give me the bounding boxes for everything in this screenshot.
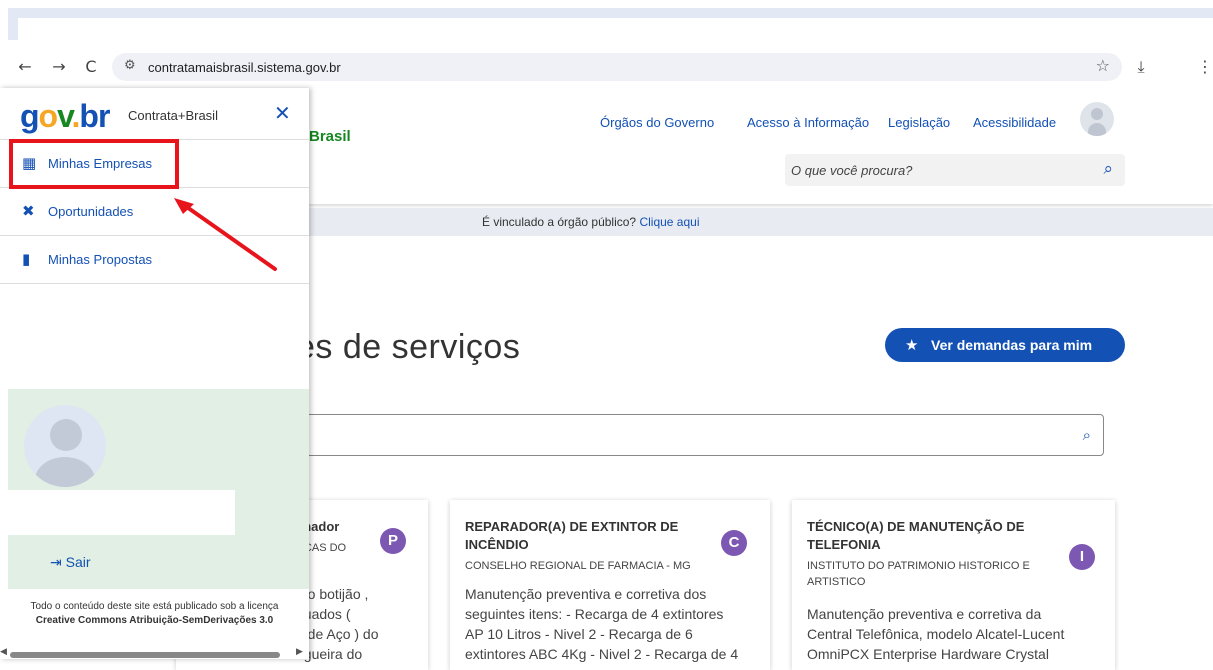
banner-link[interactable]: Clique aqui <box>639 215 699 229</box>
card-title: TÉCNICO(A) DE MANUTENÇÃO DE TELEFONIA <box>807 519 1025 552</box>
user-avatar[interactable] <box>1080 102 1114 136</box>
highlight-box <box>9 139 179 189</box>
page-title: es de serviços <box>296 328 521 366</box>
tools-icon: ✖ <box>22 202 35 220</box>
address-bar[interactable]: ⚙ contratamaisbrasil.sistema.gov.br ☆ <box>112 53 1122 81</box>
nav-acesso-informacao[interactable]: Acesso à Informação <box>747 115 869 130</box>
scroll-left-icon[interactable]: ◀ <box>0 646 7 657</box>
menu-item-label: Minhas Propostas <box>48 252 153 267</box>
ver-demandas-label: Ver demandas para mim <box>931 337 1093 353</box>
site-settings-icon[interactable]: ⚙ <box>124 58 136 73</box>
briefcase-icon: ▮ <box>22 250 31 268</box>
menu-item-label: Oportunidades <box>48 204 134 219</box>
forward-button[interactable]: → <box>48 56 70 78</box>
browser-menu-icon[interactable]: ⋮ <box>1194 56 1213 78</box>
browser-tab-strip <box>0 0 1213 46</box>
browser-toolbar: ← → C ⚙ contratamaisbrasil.sistema.gov.b… <box>0 46 1213 88</box>
tab-strip-edge <box>8 18 18 40</box>
tab-strip-band <box>8 8 1213 18</box>
scroll-right-icon[interactable]: ▶ <box>296 646 303 657</box>
site-logo-partial[interactable]: Brasil <box>309 128 351 145</box>
profile-name-field <box>8 490 235 535</box>
card-badge: I <box>1069 544 1095 570</box>
govbr-logo[interactable]: gov.br <box>20 98 110 134</box>
header-search-input[interactable]: O que você procura? ⌕ <box>785 154 1125 186</box>
star-icon: ★ <box>905 336 919 354</box>
opportunity-card[interactable]: TÉCNICO(A) DE MANUTENÇÃO DE TELEFONIA IN… <box>792 500 1115 670</box>
license-footer: Todo o conteúdo deste site está publicad… <box>30 601 279 626</box>
card-description: Manutenção preventiva e corretiva dos se… <box>465 586 739 662</box>
nav-acessibilidade[interactable]: Acessibilidade <box>973 115 1056 130</box>
header-search-placeholder: O que você procura? <box>791 163 913 178</box>
reload-button[interactable]: C <box>80 56 102 78</box>
search-icon[interactable]: ⌕ <box>1103 159 1113 179</box>
ver-demandas-button[interactable]: ★ Ver demandas para mim <box>885 328 1125 362</box>
card-badge: C <box>721 530 747 556</box>
profile-avatar <box>24 405 106 487</box>
horizontal-scrollbar[interactable] <box>10 652 280 658</box>
user-profile-panel: ⇥ Sair <box>8 389 309 589</box>
logout-button[interactable]: ⇥ Sair <box>50 554 91 571</box>
opportunity-card[interactable]: REPARADOR(A) DE EXTINTOR DE INCÊNDIO CON… <box>450 500 770 670</box>
annotation-arrow <box>174 198 277 271</box>
card-org: INSTITUTO DO PATRIMONIO HISTORICO E ARTI… <box>807 560 1030 588</box>
banner-text: É vinculado a órgão público? <box>482 215 637 229</box>
card-badge: P <box>380 528 406 554</box>
downloads-icon[interactable]: ⤓ <box>1130 56 1152 78</box>
nav-legislacao[interactable]: Legislação <box>888 115 950 130</box>
logo-subtitle: Contrata+Brasil <box>128 108 218 123</box>
opportunities-search-input[interactable]: ⌕ <box>296 414 1104 456</box>
card-description: Manutenção preventiva e corretiva da Cen… <box>807 606 1065 662</box>
license-link[interactable]: Creative Commons Atribuição-SemDerivaçõe… <box>36 615 274 626</box>
card-title: anador <box>296 519 340 534</box>
nav-orgaos[interactable]: Órgãos do Governo <box>600 115 714 130</box>
address-url[interactable]: contratamaisbrasil.sistema.gov.br <box>148 60 341 75</box>
back-button[interactable]: ← <box>14 56 36 78</box>
close-icon[interactable]: ✕ <box>274 101 291 125</box>
bookmark-star-icon[interactable]: ☆ <box>1096 56 1110 75</box>
logout-icon: ⇥ <box>50 554 62 570</box>
search-icon[interactable]: ⌕ <box>1083 426 1091 444</box>
card-title: REPARADOR(A) DE EXTINTOR DE INCÊNDIO <box>465 519 679 552</box>
card-org: CONSELHO REGIONAL DE FARMACIA - MG <box>465 560 691 572</box>
